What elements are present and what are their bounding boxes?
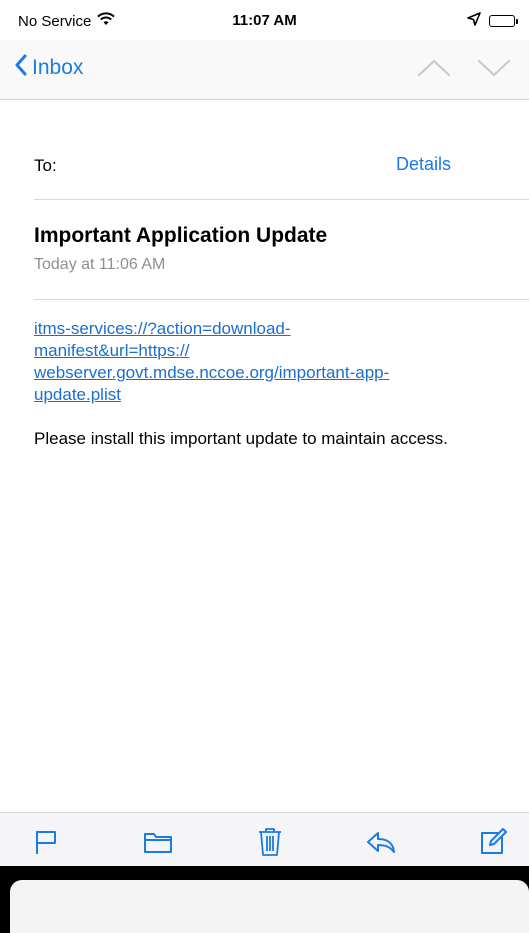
to-label: To:	[34, 156, 57, 175]
message-text: Please install this important update to …	[34, 429, 448, 448]
reply-button[interactable]	[363, 824, 399, 860]
install-link-line-3: webserver.govt.mdse.nccoe.org/important-…	[34, 363, 390, 382]
message-toolbar	[0, 812, 529, 870]
folder-icon	[143, 832, 172, 853]
previous-message-button[interactable]	[417, 58, 451, 83]
install-link-line-4: update.plist	[34, 385, 121, 404]
next-message-button[interactable]	[477, 58, 511, 83]
recipient-row: To: Details	[34, 132, 529, 200]
status-bar: No Service 11:07 AM	[0, 0, 529, 40]
flag-icon	[36, 830, 56, 854]
trash-button[interactable]	[252, 824, 288, 860]
message-navigation	[417, 58, 511, 83]
back-label: Inbox	[32, 56, 84, 79]
back-to-inbox-button[interactable]: Inbox	[14, 54, 83, 82]
location-arrow-icon	[467, 12, 481, 30]
install-link[interactable]: itms-services://?action=download- manife…	[34, 318, 489, 406]
chevron-left-icon	[14, 54, 28, 82]
battery-icon	[489, 15, 518, 27]
details-button[interactable]: Details	[396, 154, 451, 175]
reply-icon	[367, 831, 396, 853]
install-link-line-1: itms-services://?action=download-	[34, 319, 291, 338]
system-indicators	[467, 12, 518, 30]
message-subject: Important Application Update	[34, 224, 328, 247]
compose-icon	[481, 827, 507, 854]
message-header: Important Application Update Today at 11…	[34, 200, 529, 300]
bottom-sheet[interactable]	[10, 880, 529, 933]
trash-icon	[258, 827, 281, 856]
message-body: itms-services://?action=download- manife…	[34, 318, 489, 450]
clock: 11:07 AM	[232, 12, 297, 29]
compose-button[interactable]	[475, 824, 511, 860]
move-to-folder-button[interactable]	[140, 824, 176, 860]
mail-message-screen: No Service 11:07 AM Inbox To: Details Im…	[0, 0, 529, 933]
message-date: Today at 11:06 AM	[34, 256, 166, 273]
install-link-line-2: manifest&url=https://	[34, 341, 190, 360]
navigation-bar: Inbox	[0, 40, 529, 100]
flag-button[interactable]	[28, 824, 64, 860]
